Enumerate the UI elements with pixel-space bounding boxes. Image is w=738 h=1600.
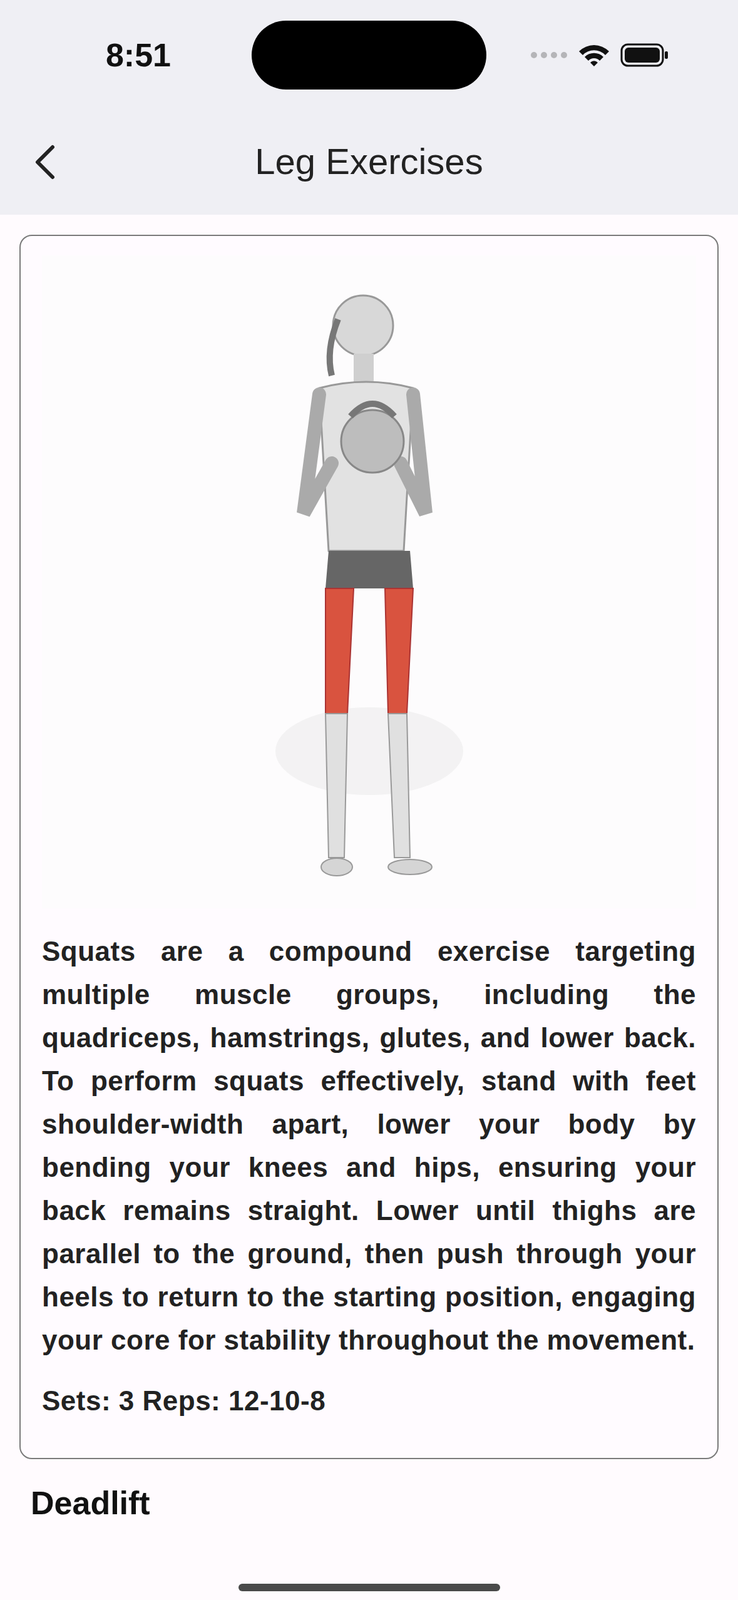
- squat-figure-icon: [244, 275, 495, 889]
- nav-title: Leg Exercises: [254, 140, 483, 185]
- status-icons: [530, 42, 670, 68]
- signal-icon: [530, 51, 568, 59]
- status-time: 8:51: [105, 36, 171, 74]
- section-title: Deadlift: [30, 1484, 719, 1522]
- battery-icon: [620, 43, 670, 67]
- status-bar: 8:51: [0, 0, 738, 110]
- screen: 8:51 Leg Exercises Squats are a compound e…: [0, 0, 738, 1600]
- exercise-card[interactable]: Squats are a compound exercise targeting…: [19, 234, 719, 1460]
- content: Squats are a compound exercise targeting…: [0, 214, 738, 1522]
- home-indicator[interactable]: [238, 1583, 501, 1592]
- top-bar: 8:51 Leg Exercises: [0, 0, 738, 215]
- wifi-icon: [577, 42, 611, 68]
- exercise-sets: Sets: 3 Reps: 12-10-8: [41, 1378, 697, 1423]
- nav-bar: Leg Exercises: [0, 109, 738, 215]
- exercise-description: Squats are a compound exercise targeting…: [41, 929, 697, 1362]
- dynamic-island: [251, 20, 487, 90]
- chevron-left-icon: [32, 143, 58, 181]
- back-button[interactable]: [27, 138, 63, 186]
- exercise-image: [41, 255, 697, 909]
